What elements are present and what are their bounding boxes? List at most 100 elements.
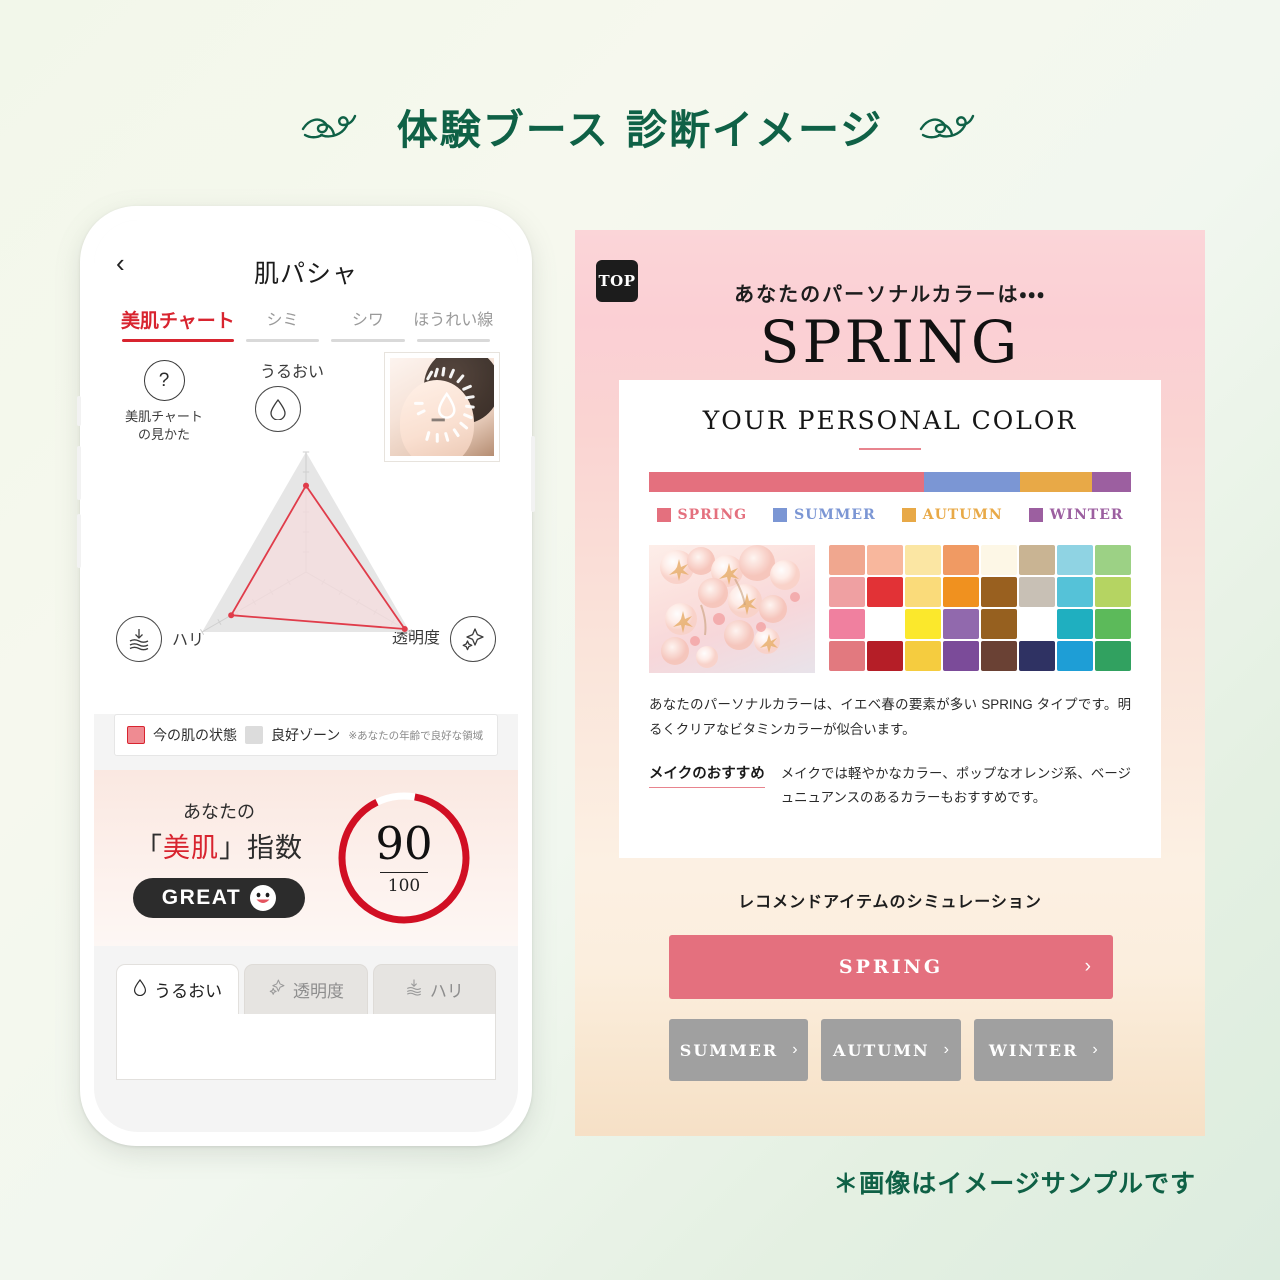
legend-label: AUTUMN (922, 507, 1003, 523)
card-title: YOUR PERSONAL COLOR (702, 406, 1078, 435)
season-legend-item-autumn: AUTUMN (901, 507, 1003, 523)
tab-wrinkles[interactable]: シワ (325, 306, 410, 342)
chevron-right-icon: › (792, 1041, 798, 1058)
color-swatch (981, 577, 1017, 607)
phone-screen: ‹ 肌パシャ 美肌チャート シミ シワ ほうれい線 ? 美肌チャート の見かた … (94, 220, 518, 1132)
app-header: ‹ 肌パシャ 美肌チャート シミ シワ ほうれい線 (94, 220, 518, 342)
personal-color-card: YOUR PERSONAL COLOR SPRING SUMMER AUTUMN WI… (619, 380, 1161, 858)
radar-chart-area: ? 美肌チャート の見かた うるおい ハリ 透明度 (94, 342, 518, 714)
color-swatch (1057, 609, 1093, 639)
smiley-icon (250, 885, 277, 911)
season-bar-segment-autumn (1020, 472, 1093, 492)
season-button-label: WINTER (988, 1040, 1079, 1060)
color-swatch (829, 609, 865, 639)
phone-volume-up-button (77, 446, 81, 500)
detail-tab-label: ハリ (429, 982, 464, 1001)
color-swatch (943, 545, 979, 575)
back-icon[interactable]: ‹ (116, 250, 125, 276)
page-title: 体験ブース 診断イメージ (396, 106, 884, 154)
result-season-title: SPRING (759, 308, 1021, 376)
app-logo: 肌パシャ (253, 259, 358, 288)
status-badge-label: GREAT (161, 886, 242, 909)
color-swatch (1019, 641, 1055, 671)
legend-label: WINTER (1049, 507, 1124, 523)
page-title-row: 体験ブース 診断イメージ (0, 96, 1280, 156)
flourish-left-icon (299, 109, 363, 143)
phone-volume-down-button (77, 514, 81, 568)
cherry-blossom-photo (649, 545, 815, 673)
season-button-spring[interactable]: SPRING › (669, 935, 1113, 999)
legend-swatch-current (127, 726, 145, 744)
footnote: ＊画像はイメージサンプルです (833, 1169, 1196, 1198)
makeup-body: メイクでは軽やかなカラー、ポップなオレンジ系、ベージュニュアンスのあるカラーもお… (780, 765, 1131, 806)
face-photo (384, 352, 500, 462)
phone-power-button (531, 436, 535, 512)
tab-label: 美肌チャート (121, 311, 235, 332)
chevron-right-icon: › (943, 1041, 949, 1058)
personal-color-result-panel: TOP あなたのパーソナルカラーは・・・ SPRING YOUR PERSONA… (575, 230, 1205, 1136)
legend-swatch (1028, 508, 1043, 522)
color-swatch (1095, 641, 1131, 671)
top-button[interactable]: TOP (596, 260, 638, 302)
phone-side-button (77, 396, 81, 426)
palette-row (649, 545, 1131, 673)
detail-tab-label: うるおい (154, 982, 223, 1001)
legend-label: SUMMER (794, 507, 876, 523)
score-value: 90 (375, 816, 433, 870)
color-swatch (905, 641, 941, 671)
color-swatch (829, 545, 865, 575)
season-share-bar (649, 472, 1131, 492)
color-swatch (1057, 577, 1093, 607)
color-swatch-grid (829, 545, 1131, 673)
droplet-icon (255, 386, 301, 432)
color-swatch (905, 545, 941, 575)
color-swatch (1019, 577, 1055, 607)
tab-nasolabial[interactable]: ほうれい線 (411, 306, 496, 342)
legend-swatch-zone (245, 726, 263, 744)
detail-tab-moisture[interactable]: うるおい (116, 964, 240, 1014)
score-suffix: 」指数 (219, 833, 303, 863)
help-line-1: 美肌チャート (125, 409, 203, 424)
app-tabs: 美肌チャート シミ シワ ほうれい線 (116, 306, 496, 342)
color-swatch (943, 609, 979, 639)
status-badge: GREAT (133, 878, 305, 918)
season-legend-item-winter: WINTER (1028, 507, 1124, 523)
color-swatch (1095, 609, 1131, 639)
season-button-autumn[interactable]: AUTUMN › (821, 1019, 961, 1081)
legend-swatch (773, 508, 788, 522)
detail-tab-label: 透明度 (292, 982, 344, 1001)
result-lead-text: あなたのパーソナルカラーは・・・ (734, 282, 1046, 306)
season-legend-item-summer: SUMMER (773, 507, 876, 523)
color-swatch (981, 641, 1017, 671)
tab-label: シミ (266, 312, 299, 329)
color-swatch (905, 609, 941, 639)
season-bar-segment-winter (1092, 472, 1131, 492)
season-button-label: SUMMER (679, 1040, 779, 1060)
color-swatch (981, 545, 1017, 575)
tab-label: シワ (351, 312, 384, 329)
season-button-summer[interactable]: SUMMER › (669, 1019, 809, 1081)
color-swatch (829, 577, 865, 607)
tab-beauty-chart[interactable]: 美肌チャート (116, 306, 240, 342)
result-description: あなたのパーソナルカラーは、イエベ春の要素が多い SPRING タイプです。明る… (649, 697, 1131, 737)
detail-tab-panel (116, 1014, 496, 1080)
detail-tab-clarity[interactable]: 透明度 (244, 964, 368, 1014)
score-max: 100 (387, 876, 421, 897)
radar-chart (151, 430, 461, 685)
color-swatch (1057, 545, 1093, 575)
color-swatch (867, 545, 903, 575)
firmness-icon (405, 978, 423, 1001)
season-bar-segment-spring (649, 472, 924, 492)
chart-legend: 今の肌の状態 良好ゾーン ※あなたの年齢で良好な領域 (114, 714, 498, 756)
legend-swatch (901, 508, 916, 522)
sparkle-icon (268, 978, 286, 1001)
score-bracket-open: 「 (135, 833, 163, 863)
season-button-winter[interactable]: WINTER › (973, 1019, 1113, 1081)
legend-label-current: 今の肌の状態 (153, 727, 237, 743)
score-panel: あなたの 「美肌」指数 GREAT 90 100 (94, 770, 518, 946)
color-swatch (1019, 609, 1055, 639)
tab-spots[interactable]: シミ (240, 306, 325, 342)
detail-tab-firmness[interactable]: ハリ (372, 964, 496, 1014)
makeup-heading: メイクのおすすめ (649, 762, 765, 788)
score-title: 「美肌」指数 (124, 826, 314, 865)
